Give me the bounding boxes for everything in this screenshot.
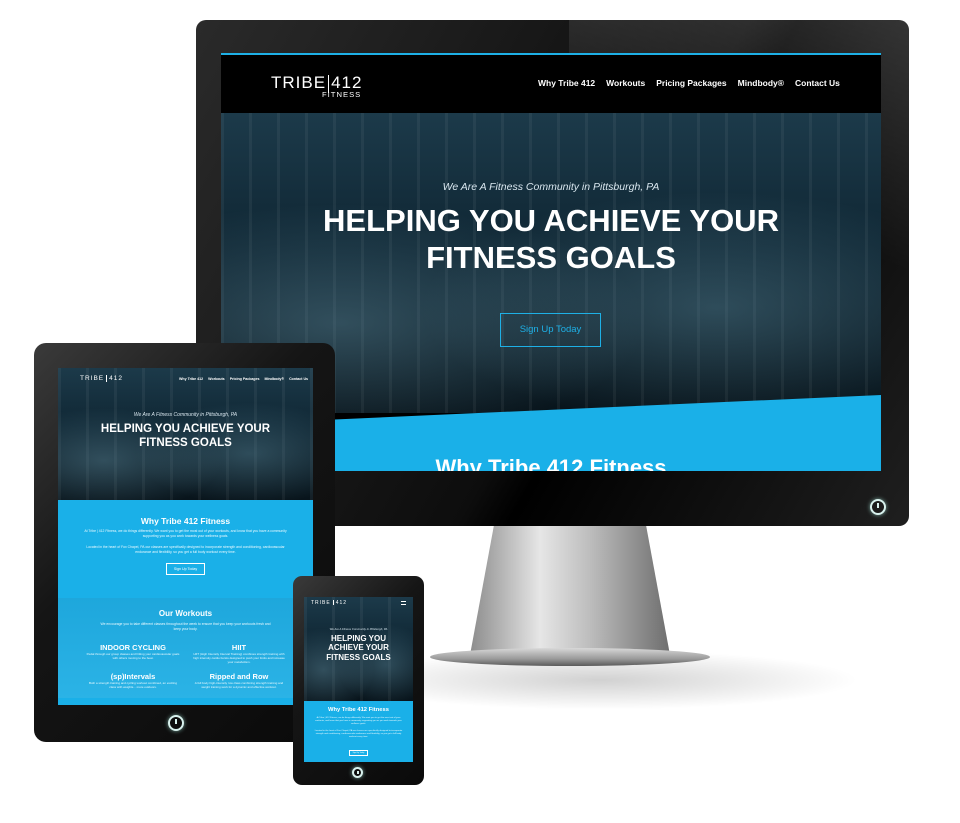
tablet-workouts-intro: We encourage you to take different class… [100, 622, 271, 631]
tablet-nav-item-mindbody[interactable]: Mindbody® [264, 377, 284, 381]
nav-item-workouts[interactable]: Workouts [606, 78, 645, 88]
tablet-workout-spintervals[interactable]: (sp)Intervals [88, 672, 178, 681]
monitor-base [430, 648, 710, 666]
tablet-nav-item-workouts[interactable]: Workouts [208, 377, 225, 381]
brand-sub: FITNESS [322, 90, 362, 99]
tablet-nav-item-pricing[interactable]: Pricing Packages [230, 377, 260, 381]
phone-why-title: Why Tribe 412 Fitness [328, 707, 389, 713]
tablet-why-signup-button[interactable]: Sign Up Today [166, 563, 205, 575]
nav-item-pricing[interactable]: Pricing Packages [656, 78, 726, 88]
devices-mockup: TRIBE 412 FITNESS Why Tribe 412 Workouts … [0, 0, 960, 823]
tablet-brand-logo[interactable]: TRIBE 412 [80, 375, 123, 382]
tablet-why-title: Why Tribe 412 Fitness [140, 516, 231, 526]
tablet-hero-headline: HELPING YOU ACHIEVE YOUR FITNESS GOALS [58, 423, 313, 450]
phone-brand-number: 412 [335, 600, 348, 606]
tablet-workout-ripped-row-desc: A full body high-intensity row class com… [194, 681, 284, 689]
tablet-brand-number: 412 [109, 375, 124, 383]
monitor-power-icon[interactable] [870, 499, 886, 515]
brand-name: TRIBE [271, 73, 327, 92]
tablet-brand-divider [106, 375, 108, 382]
tablet-nav-item-why[interactable]: Why Tribe 412 [179, 377, 203, 381]
tablet-hero-tagline: We Are A Fitness Community in Pittsburgh… [133, 412, 238, 418]
phone-hero-headline-line2: ACHIEVE YOUR [328, 643, 389, 653]
nav-item-mindbody[interactable]: Mindbody® [738, 78, 784, 88]
tablet-screen: TRIBE 412 Why Tribe 412 Workouts Pricing … [58, 368, 313, 705]
nav-item-why[interactable]: Why Tribe 412 [538, 78, 595, 88]
tablet-hero-headline-line2: FITNESS GOALS [139, 436, 232, 449]
phone-menu-icon[interactable] [401, 601, 406, 605]
nav-item-contact[interactable]: Contact Us [795, 78, 840, 88]
phone-screen: TRIBE 412 We Are A Fitness Community in P… [304, 597, 413, 762]
tablet-workout-hiit[interactable]: HIIT [194, 643, 284, 652]
brand-logo[interactable]: TRIBE 412 FITNESS [271, 73, 362, 99]
hero-headline-line2: FITNESS GOALS [426, 239, 676, 275]
tablet-why-text-1: At Tribe | 412 Fitness, we do things dif… [84, 529, 287, 538]
tablet-workout-cycling[interactable]: INDOOR CYCLING [88, 643, 178, 652]
main-nav: Why Tribe 412 Workouts Pricing Packages … [538, 78, 840, 88]
tablet-nav-item-contact[interactable]: Contact Us [289, 377, 308, 381]
phone-hero-headline: HELPING YOU ACHIEVE YOUR FITNESS GOALS [304, 634, 413, 662]
phone-why-text-2: Located in the heart of Fox Chapel, PA o… [314, 730, 403, 739]
hero-headline: HELPING YOU ACHIEVE YOUR FITNESS GOALS [221, 203, 881, 276]
phone-brand-divider [332, 600, 334, 606]
tablet-brand-name: TRIBE [80, 375, 105, 383]
tablet-workout-hiit-desc: HIIT (High Intensity Interval Training) … [193, 652, 285, 664]
tablet-workouts-title: Our Workouts [158, 609, 213, 618]
phone-power-icon[interactable] [352, 767, 363, 778]
phone-hero-tagline: We Are A Fitness Community in Pittsburgh… [329, 627, 388, 631]
phone-brand-name: TRIBE [311, 600, 331, 606]
hero-tagline: We Are A Fitness Community in Pittsburgh… [442, 181, 660, 193]
phone-why-text-1: At Tribe | 412 Fitness, we do things dif… [315, 717, 402, 726]
tablet-nav: Why Tribe 412 Workouts Pricing Packages … [179, 377, 308, 381]
monitor-neck [470, 525, 670, 655]
hero-headline-line1: HELPING YOU ACHIEVE YOUR [323, 203, 779, 238]
tablet-power-icon[interactable] [168, 715, 184, 731]
tablet-why-text-2: Located in the heart of Fox Chapel, PA o… [86, 545, 285, 554]
tablet-workout-spintervals-desc: Both a strength training and cycling wor… [88, 681, 178, 689]
phone-hero-headline-line1: HELPING YOU [331, 634, 386, 643]
phone-brand-logo[interactable]: TRIBE 412 [311, 600, 347, 606]
tablet-hero-headline-line1: HELPING YOU ACHIEVE YOUR [100, 423, 271, 435]
tablet-workout-ripped-row[interactable]: Ripped and Row [194, 672, 284, 681]
phone-hero-headline-line3: FITNESS GOALS [326, 652, 391, 662]
tablet-workout-cycling-desc: Pedal through our group classes and hitt… [86, 652, 180, 660]
hero-signup-button[interactable]: Sign Up Today [500, 313, 601, 347]
phone-why-signup-button[interactable]: Sign Up Today [349, 750, 368, 756]
